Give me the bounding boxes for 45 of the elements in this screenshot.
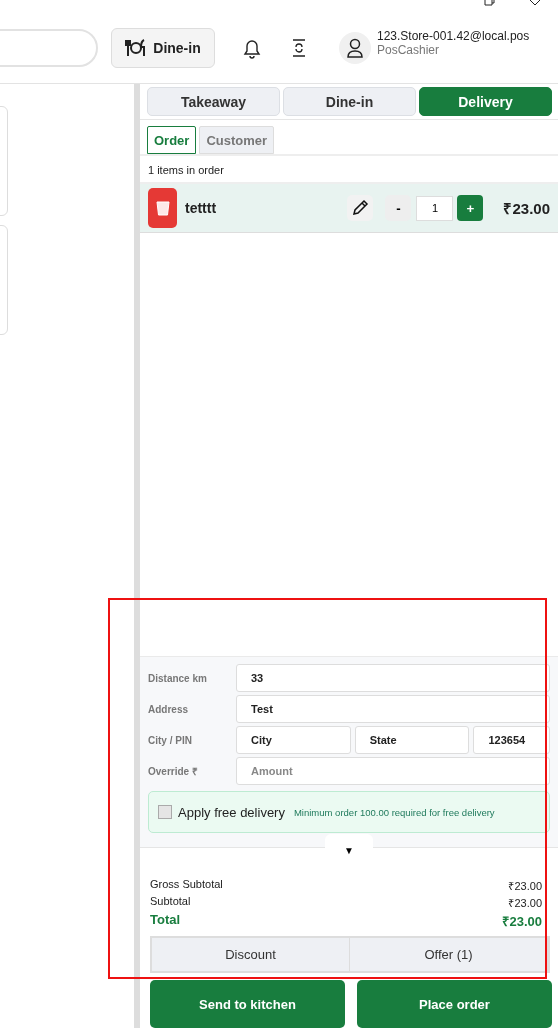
checkbox[interactable] <box>158 805 172 819</box>
plate-cutlery-icon <box>125 37 148 58</box>
input-field[interactable]: 33 <box>236 664 550 692</box>
item-name: tetttt <box>185 200 218 216</box>
checkbox-label: Apply free delivery <box>178 804 285 820</box>
field-label: Override ₹ <box>148 765 199 778</box>
delete-button[interactable] <box>148 188 177 228</box>
panel-tab[interactable]: Order <box>147 126 197 154</box>
pencil-icon <box>351 199 370 217</box>
sync-icon[interactable] <box>292 38 306 57</box>
dine-in-button[interactable]: Dine-in <box>111 27 215 68</box>
field-label: City / PIN <box>148 734 193 746</box>
increase-button[interactable]: + <box>457 195 484 221</box>
input-field[interactable]: Test <box>236 695 550 723</box>
user-role: PosCashier <box>377 42 440 57</box>
quantity-field[interactable]: 1 <box>416 195 454 221</box>
input-field[interactable]: City <box>236 726 351 754</box>
total-value: ₹23.00 <box>508 896 542 910</box>
avatar-icon[interactable] <box>339 31 371 64</box>
panel-tab[interactable]: Customer <box>199 126 275 154</box>
order-type-tab[interactable]: Takeaway <box>147 87 280 116</box>
total-label: Total <box>150 912 181 929</box>
total-label: Subtotal <box>150 895 191 909</box>
order-item-row[interactable]: tetttt - 1 + ₹23.00 <box>140 184 558 233</box>
total-value: ₹23.00 <box>508 879 542 893</box>
order-type-tab[interactable]: Dine-in <box>283 87 416 116</box>
input-field[interactable]: 123654 <box>473 726 550 754</box>
discount-button[interactable]: Offer (1) <box>350 938 548 971</box>
edit-button[interactable] <box>347 195 374 221</box>
user-email: 123.Store-001.42@local.pos <box>377 28 530 43</box>
action-button[interactable]: Send to kitchen <box>150 980 345 1028</box>
discount-button[interactable]: Discount <box>152 938 350 971</box>
field-label: Distance km <box>148 672 208 684</box>
trash-icon <box>155 200 170 216</box>
search-field[interactable] <box>0 28 98 67</box>
decrease-button[interactable]: - <box>385 195 412 221</box>
action-button[interactable]: Place order <box>357 980 552 1028</box>
input-field[interactable]: Amount <box>236 757 550 785</box>
total-value: ₹23.00 <box>502 913 542 930</box>
order-type-tab[interactable]: Delivery <box>419 87 552 116</box>
free-delivery-note: Minimum order 100.00 required for free delivery <box>293 806 495 818</box>
input-field[interactable]: State <box>354 726 470 754</box>
field-label: Address <box>148 703 189 715</box>
item-price: ₹23.00 <box>503 199 550 218</box>
total-label: Gross Subtotal <box>150 878 223 892</box>
